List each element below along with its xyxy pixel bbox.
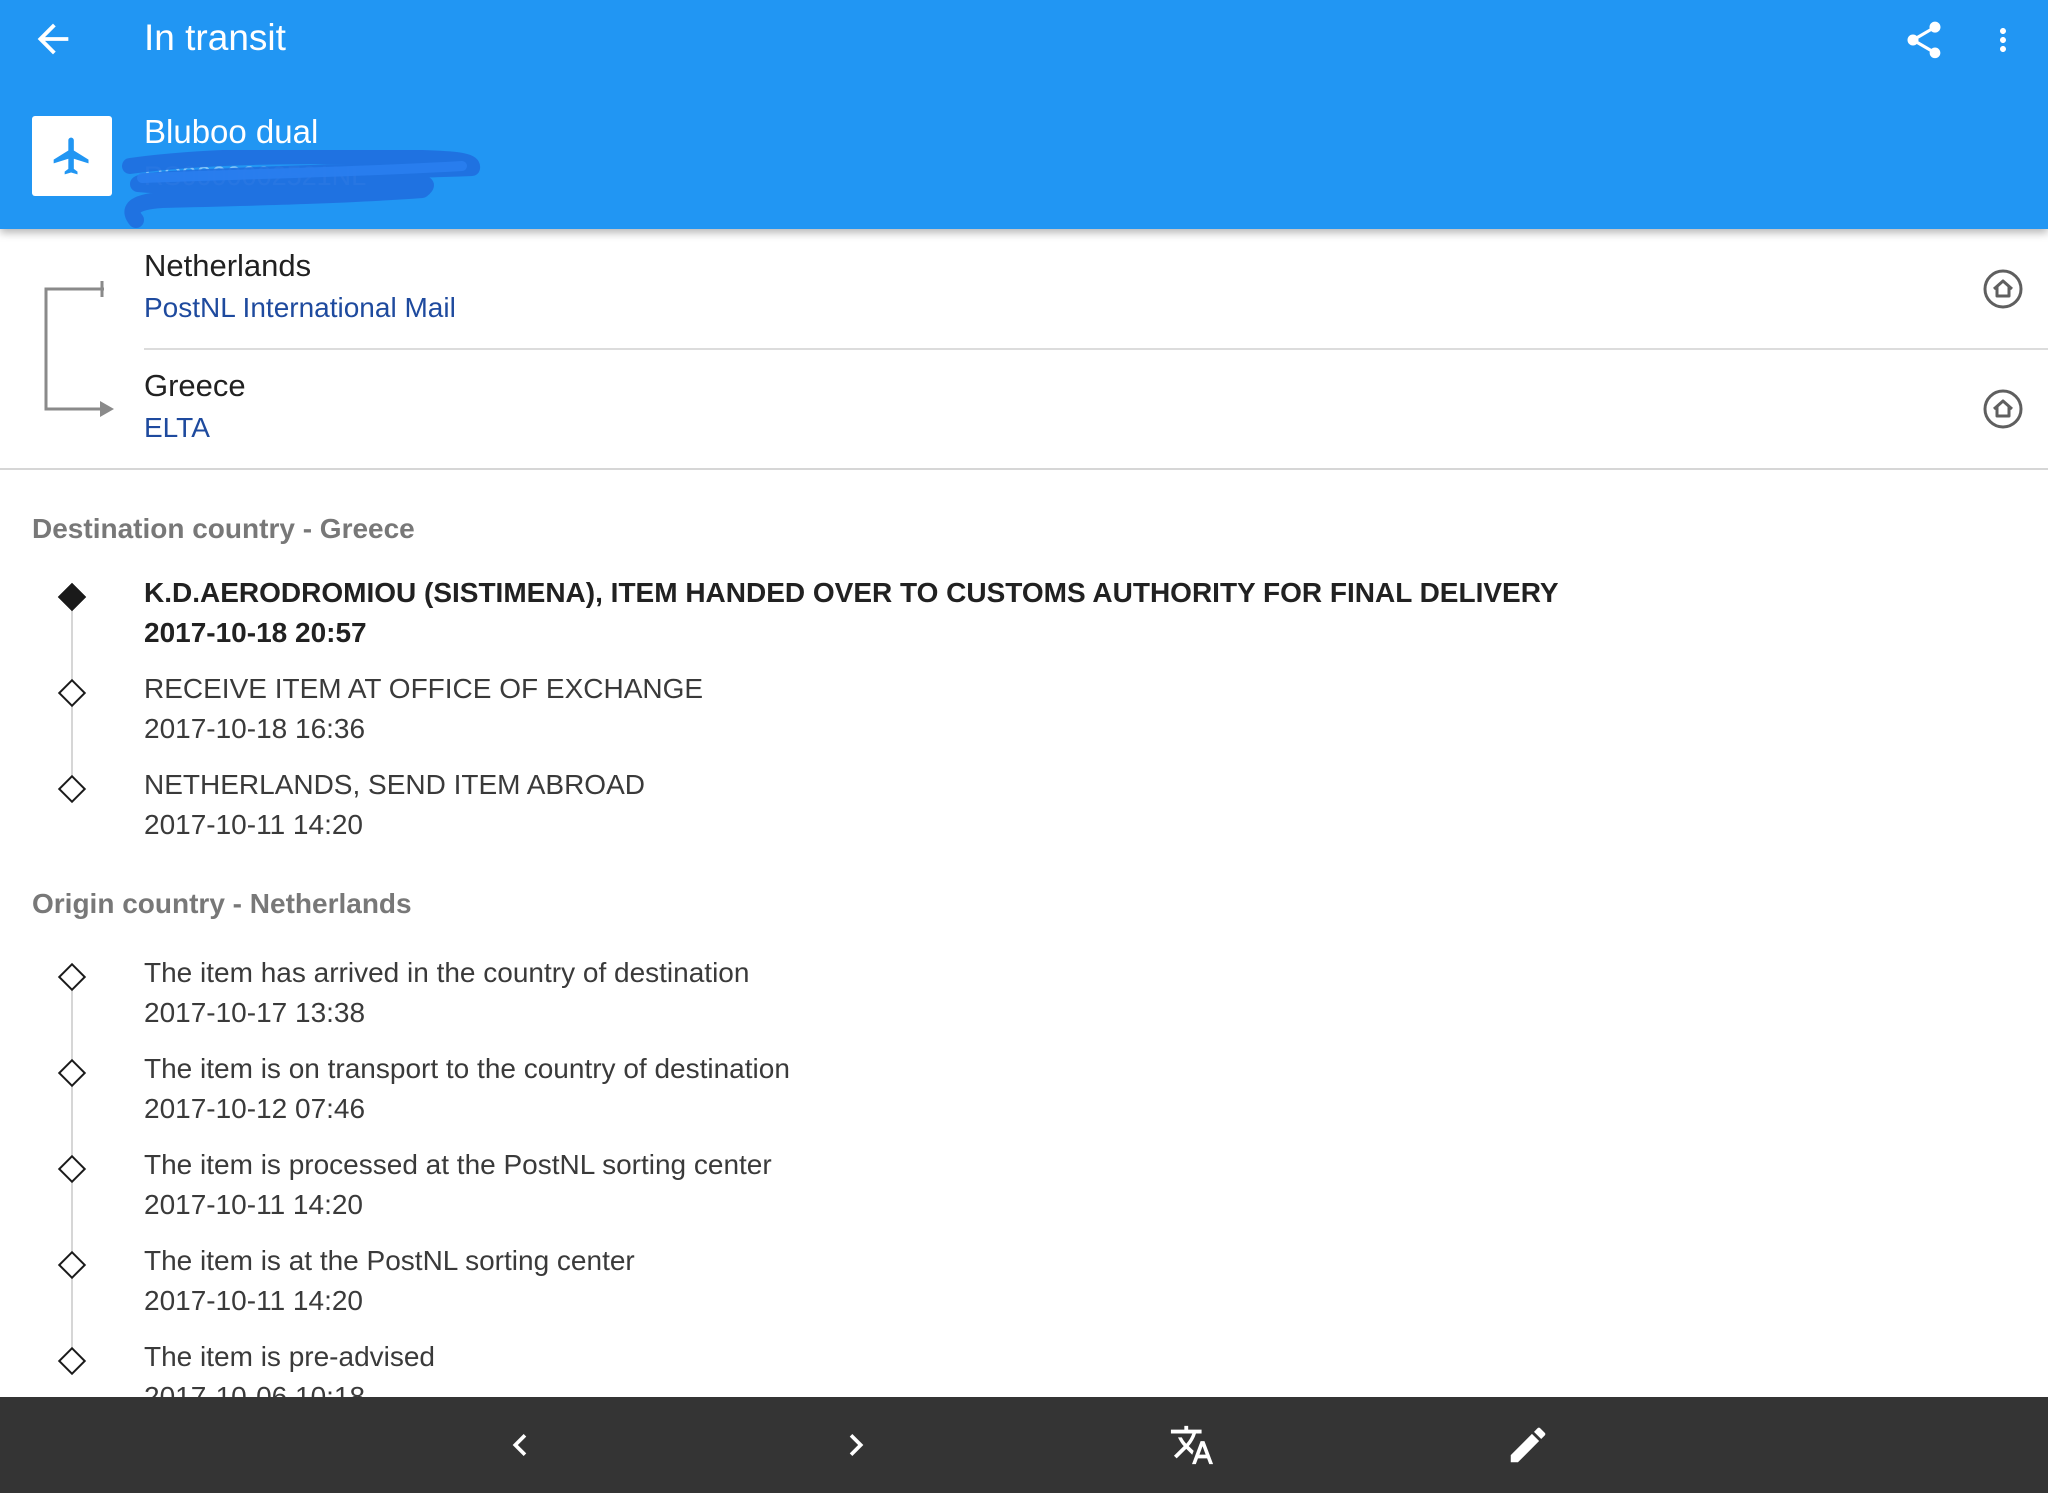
package-name: Bluboo dual — [144, 113, 319, 150]
event-diamond-icon — [57, 1154, 87, 1184]
section-title-destination: Destination country - Greece — [32, 513, 415, 544]
tracking-code: RS0000002521NL — [144, 161, 367, 191]
pencil-icon — [1510, 1427, 1546, 1463]
edit-button[interactable] — [1504, 1421, 1552, 1469]
event-description: RECEIVE ITEM AT OFFICE OF EXCHANGE — [144, 673, 704, 704]
event-time: 2017-10-11 14:20 — [144, 809, 363, 840]
next-button[interactable] — [832, 1421, 880, 1469]
more-vert-icon — [2000, 28, 2006, 52]
event-diamond-icon — [57, 1250, 87, 1280]
carrier-country: Greece — [144, 368, 246, 403]
tracking-event[interactable]: K.D.AERODROMIOU (SISTIMENA), ITEM HANDED… — [0, 574, 2048, 670]
event-description: NETHERLANDS, SEND ITEM ABROAD — [144, 769, 645, 800]
carrier-name: ELTA — [144, 412, 210, 443]
arrow-left-icon — [37, 23, 69, 55]
event-time: 2017-10-11 14:20 — [144, 1189, 363, 1220]
tracking-event[interactable]: RECEIVE ITEM AT OFFICE OF EXCHANGE 2017-… — [0, 670, 2048, 766]
event-diamond-icon — [57, 1346, 87, 1376]
section-title-origin: Origin country - Netherlands — [32, 888, 412, 919]
airplane-icon — [53, 137, 89, 175]
bottom-toolbar — [0, 1397, 2048, 1493]
more-options-button[interactable] — [1985, 18, 2021, 62]
event-time: 2017-10-17 13:38 — [144, 997, 366, 1028]
event-description: The item is pre-advised — [144, 1341, 436, 1372]
event-diamond-icon — [57, 774, 87, 804]
event-diamond-filled-icon — [57, 582, 87, 612]
tracking-event[interactable]: The item is processed at the PostNL sort… — [0, 1146, 2048, 1242]
tracking-event[interactable]: The item has arrived in the country of d… — [0, 954, 2048, 1050]
event-time: 2017-10-12 07:46 — [144, 1093, 366, 1124]
chevron-right-icon — [849, 1434, 864, 1456]
share-button[interactable] — [1902, 18, 1946, 62]
package-type-tile[interactable] — [32, 116, 112, 196]
carrier-country: Netherlands — [144, 248, 312, 283]
home-circle-icon — [1983, 389, 2023, 429]
chevron-left-icon — [512, 1434, 527, 1456]
previous-button[interactable] — [496, 1421, 544, 1469]
event-diamond-icon — [57, 1058, 87, 1088]
event-time: 2017-10-18 20:57 — [144, 617, 367, 648]
event-diamond-icon — [57, 678, 87, 708]
event-diamond-icon — [57, 962, 87, 992]
event-description: K.D.AERODROMIOU (SISTIMENA), ITEM HANDED… — [144, 577, 1559, 608]
share-icon — [1907, 21, 1941, 59]
event-time: 2017-10-11 14:20 — [144, 1285, 363, 1316]
event-time: 2017-10-18 16:36 — [144, 713, 366, 744]
app-root: In transit Bluboo dual RS0000002521NL Ne… — [0, 0, 2048, 1493]
carrier-row-origin[interactable]: Netherlands PostNL International Mail — [0, 229, 2048, 350]
home-circle-icon — [1983, 269, 2023, 309]
carrier-home-button[interactable] — [1981, 267, 2025, 311]
carrier-row-destination[interactable]: Greece ELTA — [0, 349, 2048, 469]
app-bar: In transit Bluboo dual RS0000002521NL — [0, 0, 2048, 229]
tracking-event[interactable]: The item is on transport to the country … — [0, 1050, 2048, 1146]
tracking-event[interactable]: NETHERLANDS, SEND ITEM ABROAD 2017-10-11… — [0, 766, 2048, 862]
tracking-event[interactable]: The item is at the PostNL sorting center… — [0, 1242, 2048, 1338]
event-description: The item is at the PostNL sorting center — [144, 1245, 635, 1276]
event-description: The item is on transport to the country … — [144, 1053, 790, 1084]
page-title: In transit — [144, 17, 286, 58]
carrier-name: PostNL International Mail — [144, 292, 456, 323]
translate-icon — [1170, 1425, 1214, 1465]
divider — [0, 468, 2048, 470]
event-description: The item has arrived in the country of d… — [144, 957, 750, 988]
carrier-home-button[interactable] — [1981, 387, 2025, 431]
translate-button[interactable] — [1168, 1421, 1216, 1469]
back-button[interactable] — [30, 16, 76, 62]
carrier-route: Netherlands PostNL International Mail Gr… — [0, 229, 2048, 470]
event-description: The item is processed at the PostNL sort… — [144, 1149, 772, 1180]
